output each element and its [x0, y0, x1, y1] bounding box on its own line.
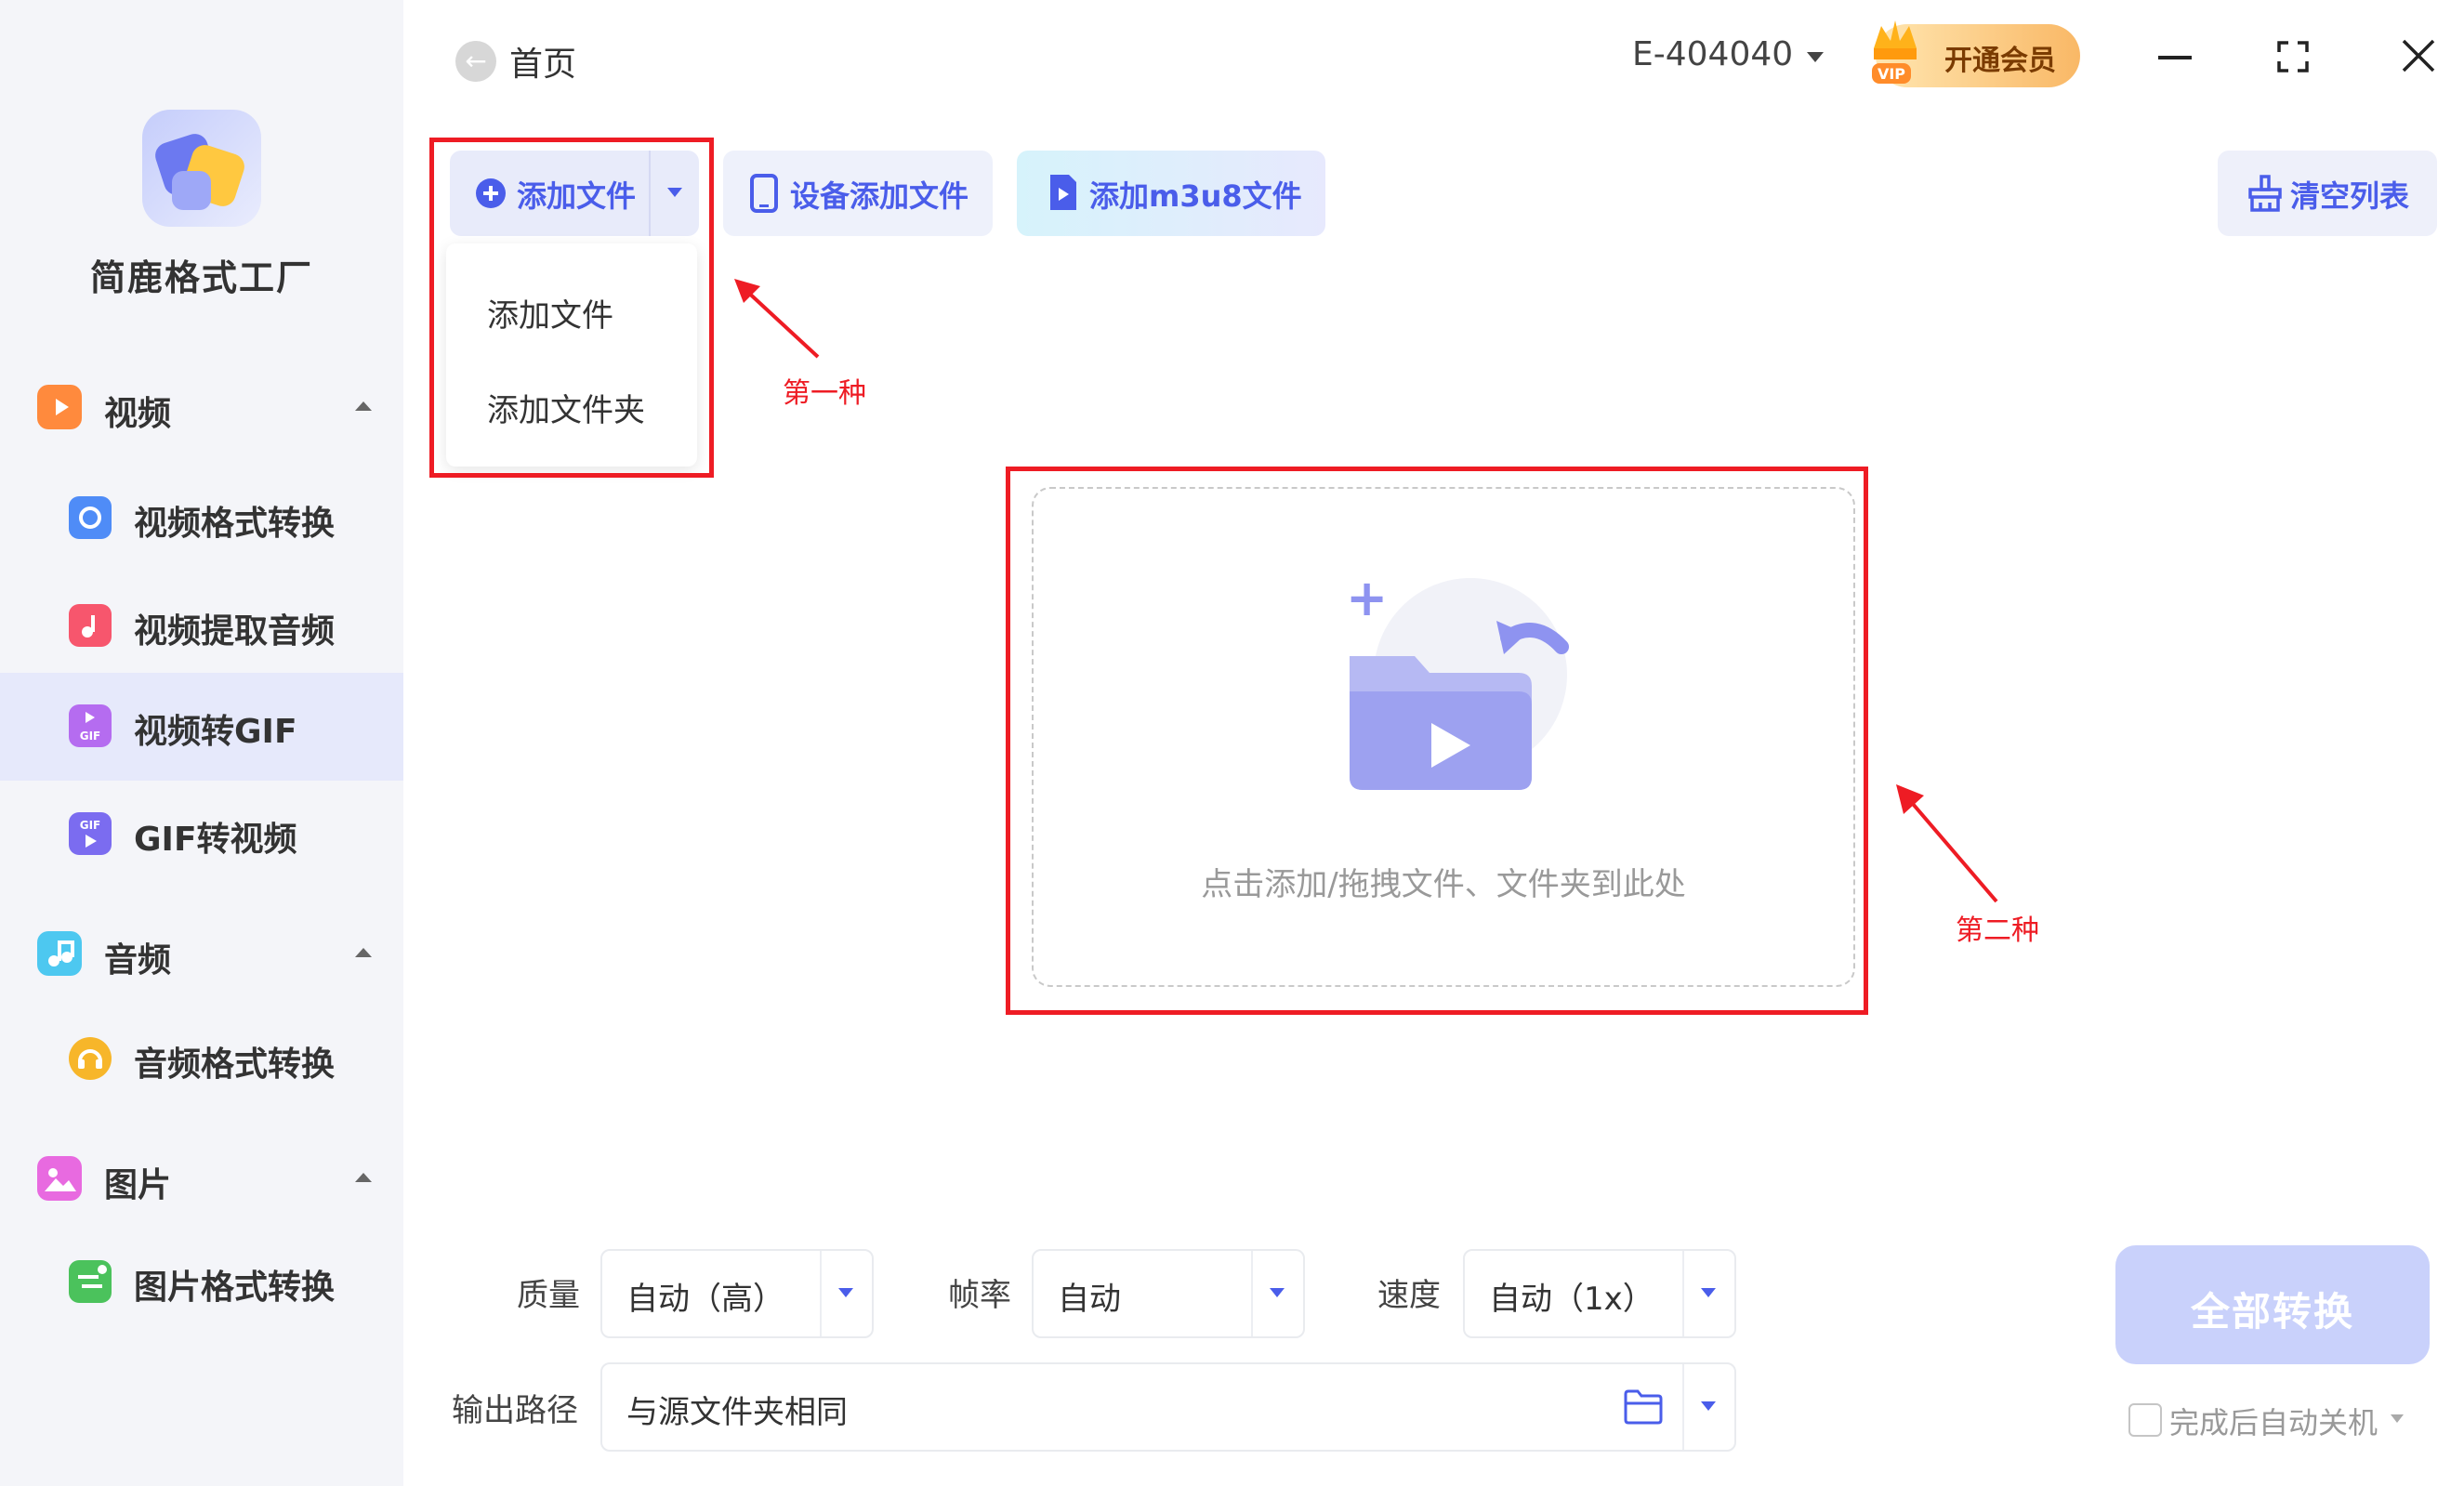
auto-shutdown-checkbox[interactable] [2128, 1403, 2162, 1437]
sidebar-category-video[interactable]: 视频 [37, 379, 372, 435]
user-menu-caret-icon[interactable] [1807, 52, 1824, 62]
device-add-file-button[interactable]: 设备添加文件 [723, 151, 993, 236]
app-logo [142, 110, 261, 227]
chevron-down-icon[interactable] [2391, 1414, 2404, 1423]
speed-label: 速度 [1377, 1277, 1441, 1314]
video-icon [37, 385, 82, 429]
sidebar-item-audio-convert[interactable]: 音频格式转换 [0, 1006, 403, 1113]
sidebar-item-video-convert[interactable]: 视频格式转换 [0, 465, 403, 572]
quality-label: 质量 [517, 1277, 580, 1314]
app-name: 简鹿格式工厂 [89, 257, 313, 298]
sidebar: 简鹿格式工厂 视频 视频格式转换 视频提取音频 GIF 视频转GIF GIF G… [0, 0, 403, 1486]
sidebar-item-image-convert[interactable]: 图片格式转换 [0, 1229, 403, 1336]
collapse-caret-icon [355, 401, 372, 411]
collapse-caret-icon [355, 1173, 372, 1182]
folder-video-icon [1350, 578, 1569, 790]
annotation-arrow-icon [734, 279, 820, 359]
video-file-icon [1050, 175, 1076, 210]
fps-select[interactable]: 自动 [1032, 1249, 1305, 1338]
drop-zone[interactable]: + 点击添加/拖拽文件、文件夹到此处 [1032, 487, 1855, 987]
add-m3u8-button[interactable]: 添加m3u8文件 [1017, 151, 1325, 236]
speed-value: 自动（1x） [1489, 1281, 1654, 1318]
sidebar-item-label: GIF转视频 [134, 821, 297, 859]
speed-select[interactable]: 自动（1x） [1463, 1249, 1736, 1338]
clear-list-label: 清空列表 [2290, 178, 2410, 214]
quality-value: 自动（高） [626, 1281, 784, 1318]
folder-icon[interactable] [1623, 1388, 1664, 1426]
sidebar-category-label: 视频 [104, 395, 172, 433]
output-path-select[interactable]: 与源文件夹相同 [600, 1362, 1736, 1452]
maximize-icon[interactable] [2277, 41, 2309, 72]
sidebar-category-audio[interactable]: 音频 [37, 926, 372, 981]
quality-select[interactable]: 自动（高） [600, 1249, 874, 1338]
user-id[interactable]: E-404040 [1632, 35, 1793, 73]
clear-list-button[interactable]: 清空列表 [2218, 151, 2437, 236]
gif-icon: GIF [69, 704, 112, 747]
collapse-caret-icon [355, 948, 372, 957]
annotation-box-first [429, 138, 714, 478]
sidebar-category-image[interactable]: 图片 [37, 1151, 372, 1206]
gif-video-icon: GIF [69, 812, 112, 855]
sidebar-item-label: 图片格式转换 [134, 1269, 336, 1307]
auto-shutdown-label: 完成后自动关机 [2169, 1405, 2378, 1440]
sidebar-item-gif-to-video[interactable]: GIF GIF转视频 [0, 781, 403, 888]
convert-all-button[interactable]: 全部转换 [2115, 1245, 2430, 1364]
fps-value: 自动 [1058, 1281, 1121, 1318]
chevron-down-icon [1701, 1401, 1716, 1411]
audio-convert-icon [69, 1037, 112, 1080]
svg-text:GIF: GIF [80, 819, 101, 832]
close-icon[interactable] [2398, 35, 2439, 76]
video-convert-icon [69, 496, 112, 539]
home-link[interactable]: 首页 [509, 37, 576, 85]
phone-icon [750, 174, 778, 213]
minimize-icon[interactable] [2158, 56, 2192, 59]
audio-extract-icon [69, 604, 112, 647]
sidebar-item-label: 视频格式转换 [134, 505, 336, 543]
sidebar-item-audio-extract[interactable]: 视频提取音频 [0, 572, 403, 680]
convert-all-label: 全部转换 [2190, 1289, 2354, 1335]
add-m3u8-label: 添加m3u8文件 [1089, 178, 1302, 214]
sidebar-category-label: 图片 [104, 1166, 172, 1204]
broom-icon [2248, 175, 2282, 212]
vip-button-label: 开通会员 [1944, 45, 2056, 77]
image-icon [37, 1156, 82, 1201]
annotation-first: 第一种 [783, 377, 866, 410]
sidebar-item-label: 音频格式转换 [134, 1045, 336, 1084]
music-icon [37, 931, 82, 976]
annotation-arrow-icon [1896, 784, 1998, 903]
annotation-second: 第二种 [1956, 914, 2039, 947]
chevron-down-icon [1701, 1288, 1716, 1297]
svg-text:GIF: GIF [80, 730, 101, 743]
chevron-down-icon [838, 1288, 853, 1297]
back-arrow-icon[interactable]: ← [455, 41, 496, 82]
sidebar-item-label: 视频提取音频 [134, 612, 336, 651]
device-add-label: 设备添加文件 [790, 178, 969, 214]
output-path-value: 与源文件夹相同 [626, 1394, 848, 1431]
sidebar-item-label: 视频转GIF [134, 713, 297, 751]
sidebar-item-video-to-gif[interactable]: GIF 视频转GIF [0, 673, 403, 781]
drop-zone-hint: 点击添加/拖拽文件、文件夹到此处 [1201, 866, 1686, 903]
crown-icon: VIP [1872, 20, 1917, 84]
output-path-label: 输出路径 [452, 1392, 578, 1429]
fps-label: 帧率 [948, 1277, 1011, 1314]
sidebar-category-label: 音频 [104, 941, 172, 980]
chevron-down-icon [1270, 1288, 1285, 1297]
image-convert-icon [69, 1260, 112, 1303]
vip-badge: VIP [1878, 65, 1905, 83]
